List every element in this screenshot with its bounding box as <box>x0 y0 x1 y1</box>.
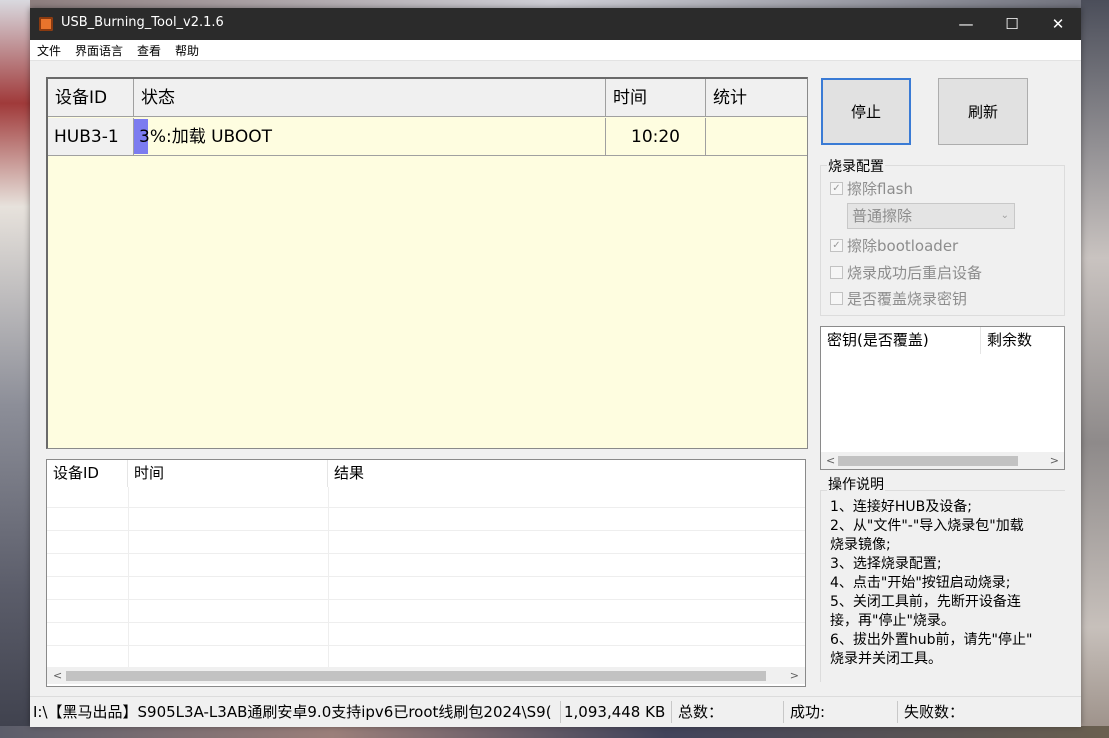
device-grid[interactable]: 设备ID 状态 时间 统计 HUB3-1 3%:加载 UBOOT 10:20 <box>46 77 808 449</box>
result-header-device-id[interactable]: 设备ID <box>47 460 128 487</box>
result-header-time[interactable]: 时间 <box>128 460 328 487</box>
app-window: USB_Burning_Tool_v2.1.6 — ☐ ✕ 文件 界面语言 查看… <box>30 8 1081 727</box>
erase-bootloader-check-icon: ✓ <box>830 239 843 252</box>
result-row-divider <box>47 599 805 600</box>
erase-mode-value: 普通擦除 <box>852 207 913 225</box>
erase-flash-check-icon: ✓ <box>830 182 843 195</box>
status-success: 成功: <box>784 701 898 723</box>
result-row-divider <box>47 645 805 646</box>
erase-bootloader-checkbox[interactable]: ✓ 擦除bootloader <box>830 235 958 256</box>
stop-button[interactable]: 停止 <box>821 78 911 145</box>
result-row-divider <box>47 530 805 531</box>
menu-view[interactable]: 查看 <box>137 42 161 59</box>
erase-flash-checkbox[interactable]: ✓ 擦除flash <box>830 178 913 199</box>
result-list-scrollbar[interactable]: < > <box>47 667 805 684</box>
status-text: 3%:加载 UBOOT <box>139 127 273 147</box>
key-list-header-remaining[interactable]: 剩余数 <box>981 327 1064 354</box>
grid-header-status[interactable]: 状态 <box>134 79 606 117</box>
title-bar[interactable]: USB_Burning_Tool_v2.1.6 — ☐ ✕ <box>30 8 1081 40</box>
menu-help[interactable]: 帮助 <box>175 42 199 59</box>
menu-bar: 文件 界面语言 查看 帮助 <box>30 40 1081 61</box>
overwrite-key-label: 是否覆盖烧录密钥 <box>847 290 968 308</box>
desktop-wallpaper-left <box>0 0 30 738</box>
grid-header-stats[interactable]: 统计 <box>706 79 807 117</box>
instruction-line: 4、点击"开始"按钮启动烧录; <box>830 575 1011 591</box>
status-package-size: 1,093,448 KB <box>561 701 672 723</box>
result-header-result[interactable]: 结果 <box>328 460 805 487</box>
key-list-header-key[interactable]: 密钥(是否覆盖) <box>821 327 981 354</box>
key-list-scroll-thumb[interactable] <box>838 456 1018 466</box>
erase-mode-select[interactable]: 普通擦除 ⌄ <box>847 203 1015 229</box>
status-bar: I:\【黑马出品】S905L3A-L3AB通刷安卓9.0支持ipv6已root线… <box>30 696 1081 727</box>
overwrite-key-check-box <box>830 292 843 305</box>
instruction-line: 5、关闭工具前，先断开设备连 <box>830 594 1021 610</box>
instruction-line: 1、连接好HUB及设备; <box>830 499 973 515</box>
instruction-line: 烧录镜像; <box>830 537 891 553</box>
key-list-scrollbar[interactable]: < > <box>821 452 1064 469</box>
result-row-divider <box>47 622 805 623</box>
grid-cell-status[interactable]: 3%:加载 UBOOT <box>134 118 606 156</box>
instruction-line: 3、选择烧录配置; <box>830 556 942 572</box>
desktop-wallpaper-right <box>1081 0 1109 738</box>
result-row-divider <box>47 576 805 577</box>
erase-flash-label: 擦除flash <box>847 180 913 198</box>
refresh-button[interactable]: 刷新 <box>938 78 1028 145</box>
status-total: 总数： <box>672 701 784 723</box>
close-button[interactable]: ✕ <box>1035 8 1081 40</box>
burn-config-title: 烧录配置 <box>827 156 885 176</box>
result-col-divider <box>328 487 329 667</box>
grid-header-time[interactable]: 时间 <box>606 79 706 117</box>
erase-bootloader-label: 擦除bootloader <box>847 237 959 255</box>
scroll-left-icon[interactable]: < <box>826 452 835 469</box>
scroll-right-icon[interactable]: > <box>790 667 799 684</box>
menu-language[interactable]: 界面语言 <box>75 42 123 59</box>
result-row-divider <box>47 507 805 508</box>
instructions-title: 操作说明 <box>827 474 885 494</box>
reboot-after-check-box <box>830 266 843 279</box>
grid-cell-device-id[interactable]: HUB3-1 <box>48 118 134 156</box>
result-list-scroll-thumb[interactable] <box>66 671 766 681</box>
app-icon <box>39 17 53 31</box>
status-fail: 失败数： <box>904 703 965 721</box>
maximize-button[interactable]: ☐ <box>989 8 1035 40</box>
grid-cell-stats[interactable] <box>706 118 807 156</box>
chevron-down-icon: ⌄ <box>1000 210 1009 221</box>
instruction-line: 2、从"文件"-"导入烧录包"加载 <box>830 518 1024 534</box>
grid-cell-time[interactable]: 10:20 <box>606 118 706 156</box>
window-title: USB_Burning_Tool_v2.1.6 <box>61 15 224 30</box>
result-col-divider <box>128 487 129 667</box>
overwrite-key-checkbox[interactable]: 是否覆盖烧录密钥 <box>830 288 967 309</box>
reboot-after-label: 烧录成功后重启设备 <box>847 264 983 282</box>
reboot-after-checkbox[interactable]: 烧录成功后重启设备 <box>830 262 982 283</box>
instruction-line: 6、拔出外置hub前，请先"停止" <box>830 632 1033 648</box>
grid-header-device-id[interactable]: 设备ID <box>48 79 134 117</box>
menu-file[interactable]: 文件 <box>37 42 61 59</box>
instruction-line: 烧录并关闭工具。 <box>830 651 942 667</box>
instruction-line: 接，再"停止"烧录。 <box>830 613 955 629</box>
key-list[interactable]: 密钥(是否覆盖) 剩余数 < > <box>820 326 1065 470</box>
minimize-button[interactable]: — <box>943 8 989 40</box>
result-row-divider <box>47 553 805 554</box>
desktop-wallpaper-bottom <box>0 726 1109 738</box>
scroll-left-icon[interactable]: < <box>53 667 62 684</box>
result-list[interactable]: 设备ID 时间 结果 < > <box>46 459 806 687</box>
status-package-path: I:\【黑马出品】S905L3A-L3AB通刷安卓9.0支持ipv6已root线… <box>30 701 561 723</box>
scroll-right-icon[interactable]: > <box>1050 452 1059 469</box>
